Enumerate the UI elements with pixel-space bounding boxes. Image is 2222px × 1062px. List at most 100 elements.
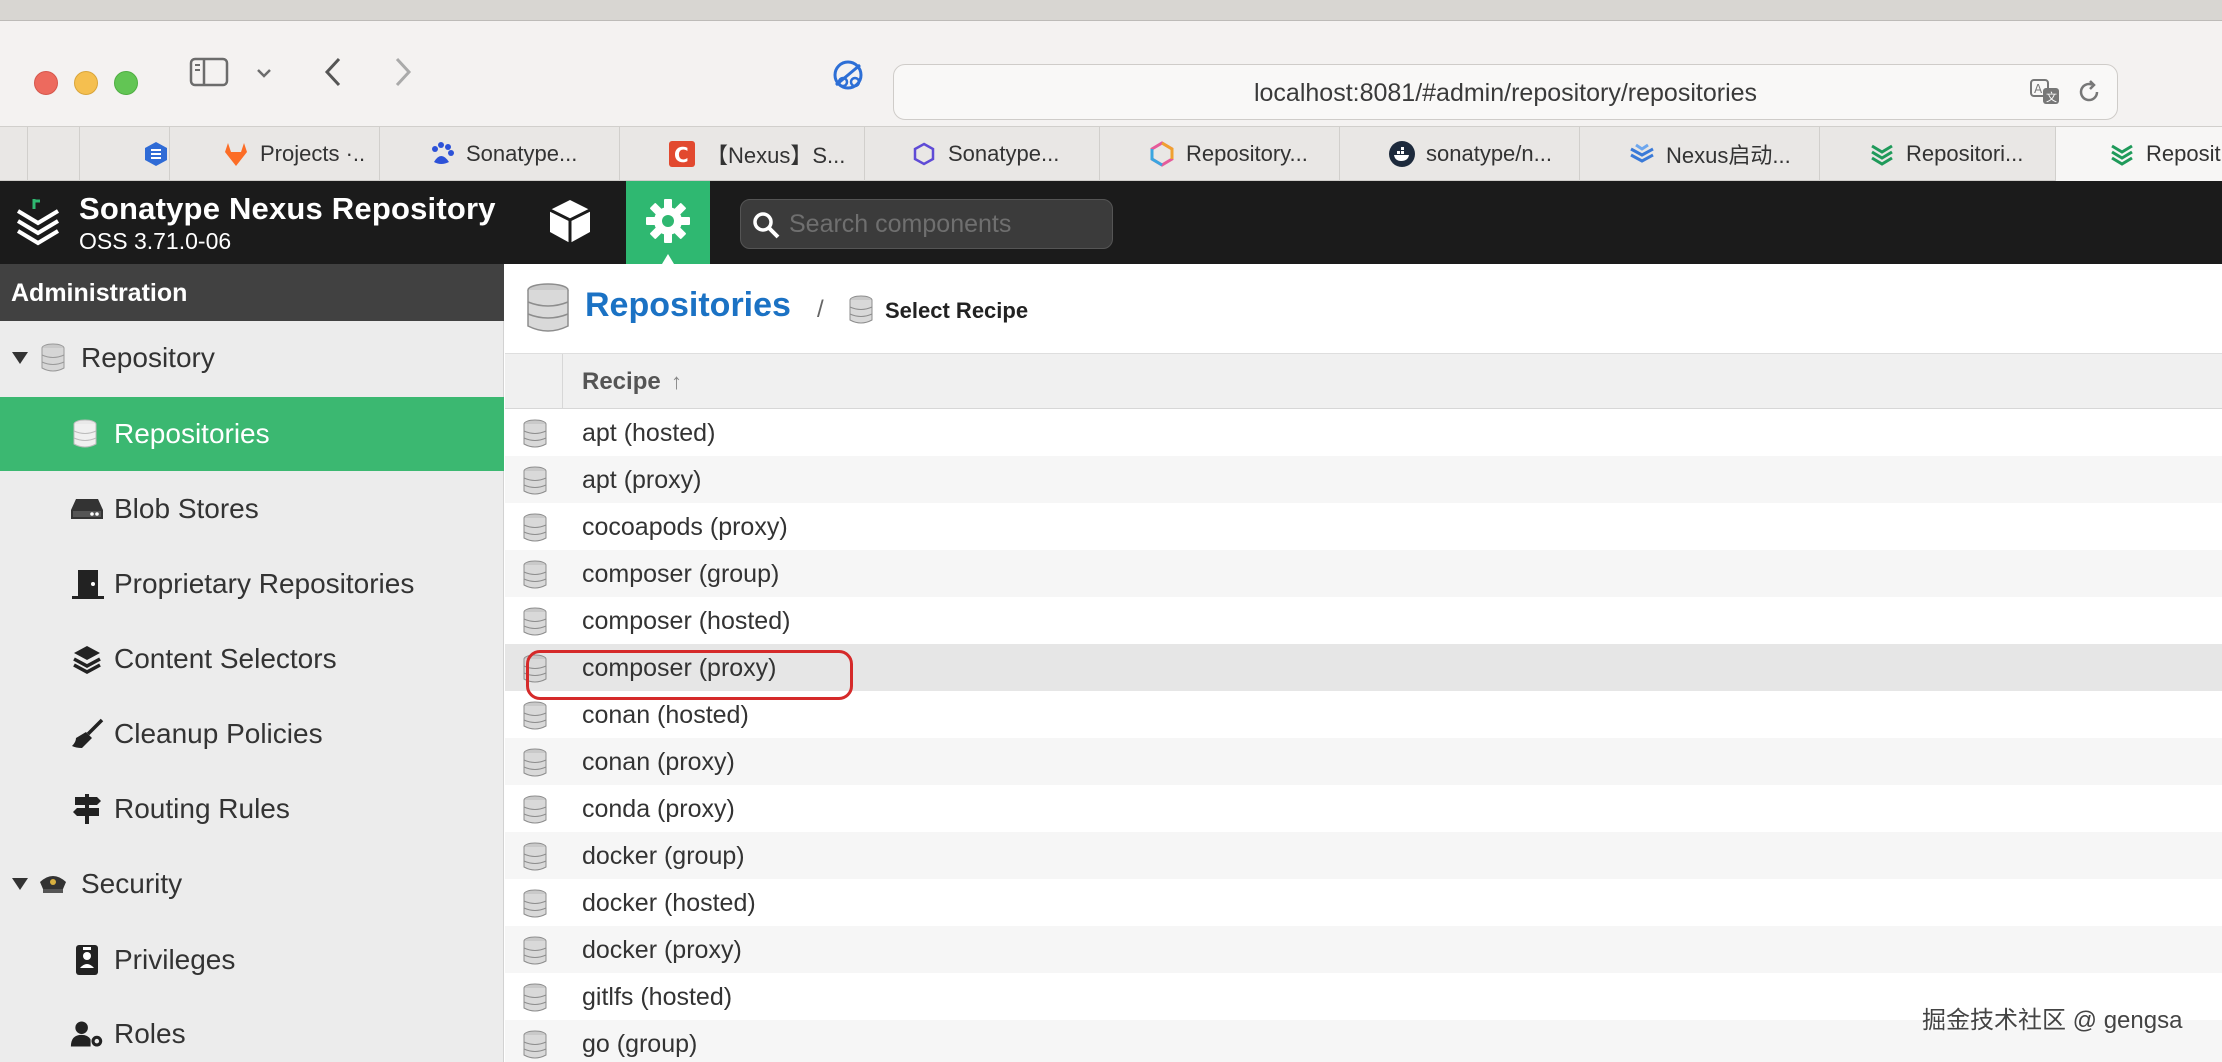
breadcrumb-current: Select Recipe — [885, 298, 1029, 323]
tab-repositories[interactable]: Repositori... — [1820, 127, 2056, 181]
search-box[interactable] — [740, 199, 1113, 249]
app-title: Sonatype Nexus Repository — [79, 191, 496, 226]
screen: localhost:8081/#admin/repository/reposit… — [0, 0, 2222, 1062]
broom-icon — [70, 717, 104, 751]
search-icon — [753, 212, 780, 239]
table-row[interactable]: docker (hosted) — [505, 879, 2222, 926]
back-arrow-icon[interactable] — [318, 53, 348, 91]
database-icon — [523, 607, 547, 636]
caret-down-icon — [12, 352, 28, 364]
tab-baidu[interactable]: Sonatype... — [380, 127, 620, 181]
gitlab-icon — [225, 143, 247, 166]
app-header: Sonatype Nexus Repository OSS 3.71.0-06 — [0, 181, 2222, 264]
sidebar-item-roles[interactable]: Roles — [0, 997, 504, 1062]
tab-pinned-app[interactable] — [80, 127, 170, 181]
table-row[interactable]: docker (group) — [505, 832, 2222, 879]
nexus-logo-icon — [2111, 144, 2133, 166]
column-header-recipe[interactable]: Recipe — [582, 368, 661, 396]
database-icon — [523, 889, 547, 918]
sidebar-group-repository[interactable]: Repository — [0, 321, 504, 395]
police-hat-icon — [36, 867, 70, 901]
recipe-name: apt (hosted) — [582, 419, 716, 447]
tab-label: Repositori... — [1906, 141, 2024, 166]
forward-arrow-icon[interactable] — [388, 53, 418, 91]
sidebar-item-privileges[interactable]: Privileges — [0, 923, 504, 997]
sidebar-group-security[interactable]: Security — [0, 847, 504, 921]
sidebar-item-label: Roles — [114, 1018, 186, 1049]
sidebar-item-cleanup-policies[interactable]: Cleanup Policies — [0, 697, 504, 771]
admin-sidebar: Administration Repository Repositories B… — [0, 264, 504, 1062]
recipe-name: docker (proxy) — [582, 936, 742, 964]
sidebar-item-label: Proprietary Repositories — [114, 568, 415, 599]
sidebar-item-content-selectors[interactable]: Content Selectors — [0, 622, 504, 696]
reload-icon[interactable] — [2074, 79, 2104, 107]
hexagon-color-icon — [1150, 141, 1174, 167]
tab-gitlab[interactable]: Projects ·.. — [170, 127, 380, 181]
sidebar-item-proprietary-repositories[interactable]: Proprietary Repositories — [0, 547, 504, 621]
sidebar-item-label: Blob Stores — [114, 493, 259, 524]
recipe-name: composer (group) — [582, 560, 780, 588]
breadcrumb-separator: / — [817, 296, 824, 323]
docker-icon — [1389, 141, 1415, 167]
chevron-down-icon[interactable] — [252, 61, 276, 85]
close-window-button[interactable] — [34, 71, 58, 95]
table-row[interactable]: conan (proxy) — [505, 738, 2222, 785]
table-row[interactable]: composer (group) — [505, 550, 2222, 597]
recipe-name: composer (hosted) — [582, 607, 791, 635]
grid-header: Recipe ↑ — [505, 354, 2222, 409]
desktop-strip — [0, 0, 2222, 20]
table-row[interactable]: composer (hosted) — [505, 597, 2222, 644]
sidebar-item-label: Routing Rules — [114, 793, 290, 824]
hexagon-icon — [913, 142, 935, 166]
zoom-window-button[interactable] — [114, 71, 138, 95]
database-icon — [523, 795, 547, 824]
address-bar[interactable]: localhost:8081/#admin/repository/reposit… — [893, 64, 2118, 120]
privacy-shield-icon[interactable] — [826, 53, 870, 97]
tab-pinned[interactable] — [0, 127, 28, 181]
user-gear-icon — [70, 1017, 104, 1051]
search-input[interactable] — [789, 200, 1104, 248]
breadcrumb: Repositories / Select Recipe — [505, 264, 2222, 354]
table-row[interactable]: docker (proxy) — [505, 926, 2222, 973]
tab-active-repositories[interactable]: Reposit — [2056, 127, 2222, 181]
tab-docker[interactable]: sonatype/n... — [1340, 127, 1580, 181]
browse-cube-icon[interactable] — [540, 192, 600, 252]
highlight-annotation — [526, 650, 853, 700]
tab-sonatype[interactable]: Sonatype... — [865, 127, 1100, 181]
sort-ascending-icon[interactable]: ↑ — [671, 369, 682, 395]
database-icon — [523, 842, 547, 871]
database-icon — [523, 983, 547, 1012]
table-row[interactable]: conda (proxy) — [505, 785, 2222, 832]
translate-icon[interactable]: A文 — [2030, 79, 2060, 107]
minimize-window-button[interactable] — [74, 71, 98, 95]
sidebar-group-label: Repository — [81, 342, 215, 373]
admin-gear-button[interactable] — [626, 181, 710, 264]
sidebar-item-label: Repositories — [114, 418, 270, 449]
sidebar-item-repositories[interactable]: Repositories — [0, 397, 504, 471]
sidebar-toggle-icon[interactable] — [188, 55, 230, 89]
nexus-logo-icon[interactable] — [14, 197, 62, 249]
sidebar-item-routing-rules[interactable]: Routing Rules — [0, 772, 504, 846]
grid-icon-column-header — [505, 354, 563, 409]
database-icon — [527, 283, 569, 332]
sidebar-item-blob-stores[interactable]: Blob Stores — [0, 472, 504, 546]
door-icon — [70, 567, 104, 601]
database-icon — [849, 295, 873, 324]
gear-icon — [646, 199, 690, 243]
sidebar-item-label: Privileges — [114, 944, 236, 975]
table-row[interactable]: cocoapods (proxy) — [505, 503, 2222, 550]
breadcrumb-link-repositories[interactable]: Repositories — [585, 286, 791, 325]
table-row[interactable]: apt (hosted) — [505, 409, 2222, 456]
sidebar-group-label: Security — [81, 868, 183, 899]
table-row[interactable]: apt (proxy) — [505, 456, 2222, 503]
database-icon — [523, 748, 547, 777]
tab-repository[interactable]: Repository... — [1100, 127, 1340, 181]
tab-csdn[interactable]: C 【Nexus】S... — [620, 127, 865, 181]
tab-label: sonatype/n... — [1426, 141, 1552, 166]
svg-text:A: A — [2034, 82, 2043, 96]
tab-pinned-blank[interactable] — [28, 127, 80, 181]
tab-nexus-start[interactable]: Nexus启动... — [1580, 127, 1820, 181]
recipe-name: conan (hosted) — [582, 701, 749, 729]
browser-toolbar: localhost:8081/#admin/repository/reposit… — [0, 20, 2222, 126]
app-logo-icon — [145, 142, 167, 166]
